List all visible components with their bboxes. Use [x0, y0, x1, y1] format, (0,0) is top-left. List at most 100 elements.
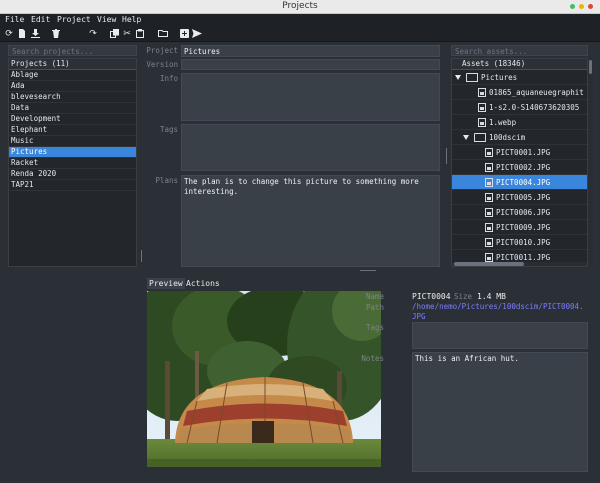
image-file-icon: [485, 222, 493, 232]
redo-icon[interactable]: ↷: [88, 29, 98, 39]
project-item[interactable]: blevesearch: [9, 92, 136, 103]
project-field[interactable]: Pictures: [181, 45, 440, 57]
menu-project[interactable]: Project: [57, 15, 91, 24]
tab-actions[interactable]: Actions: [184, 278, 222, 289]
toolbar: ⟳ ↷ ✂: [0, 26, 600, 42]
tree-label: PICT0011.JPG: [496, 253, 551, 262]
project-label: Project: [146, 46, 178, 55]
tree-label: 1.webp: [489, 118, 517, 127]
tree-label: 1-s2.0-S140673620305: [489, 103, 580, 112]
tab-preview[interactable]: Preview: [147, 278, 185, 289]
tree-label: PICT0001.JPG: [496, 148, 551, 157]
tags-field-bottom[interactable]: [412, 322, 588, 349]
splitter-handle[interactable]: [446, 148, 447, 164]
paste-icon[interactable]: [135, 29, 145, 39]
vertical-scrollbar[interactable]: [588, 58, 593, 267]
project-item[interactable]: Ablage: [9, 70, 136, 81]
plans-field[interactable]: The plan is to change this picture to so…: [181, 175, 440, 267]
name-label: Name: [365, 292, 384, 301]
image-preview: [147, 291, 381, 467]
path-link[interactable]: /home/nemo/Pictures/100dscim/PICT0004.JP…: [412, 302, 588, 322]
tree-label: PICT0002.JPG: [496, 163, 551, 172]
version-field[interactable]: [181, 59, 440, 70]
project-item[interactable]: TAP21: [9, 180, 136, 191]
project-item[interactable]: Elephant: [9, 125, 136, 136]
refresh-icon[interactable]: ⟳: [4, 29, 14, 39]
tree-file[interactable]: 1-s2.0-S140673620305: [452, 100, 587, 115]
expand-arrow-icon[interactable]: [455, 74, 461, 80]
scrollbar-thumb[interactable]: [454, 262, 524, 266]
tree-label: PICT0009.JPG: [496, 223, 551, 232]
folder-icon[interactable]: [158, 29, 168, 39]
minimize-button[interactable]: [570, 4, 575, 9]
image-file-icon: [485, 147, 493, 157]
download-icon[interactable]: [30, 29, 40, 39]
search-projects-input[interactable]: Search projects...: [8, 45, 137, 56]
info-field[interactable]: [181, 73, 440, 121]
expand-arrow-icon[interactable]: [463, 134, 469, 140]
size-value: 1.4 MB: [477, 292, 506, 301]
close-button[interactable]: [588, 4, 593, 9]
path-label: Path: [365, 303, 384, 312]
horizontal-scrollbar[interactable]: [452, 262, 587, 266]
tree-label: PICT0010.JPG: [496, 238, 551, 247]
tree-folder[interactable]: 100dscim: [452, 130, 587, 145]
tree-label: PICT0006.JPG: [496, 208, 551, 217]
project-item[interactable]: Music: [9, 136, 136, 147]
new-file-icon[interactable]: [17, 29, 27, 39]
tree-file-selected[interactable]: PICT0004.JPG: [452, 175, 587, 190]
image-file-icon: [478, 87, 486, 97]
project-item[interactable]: Development: [9, 114, 136, 125]
notes-label: Notes: [361, 354, 384, 363]
project-item[interactable]: Data: [9, 103, 136, 114]
project-item[interactable]: Renda 2020: [9, 169, 136, 180]
plans-label: Plans: [155, 176, 178, 185]
menu-help[interactable]: Help: [122, 15, 141, 24]
trash-icon[interactable]: [51, 29, 61, 39]
splitter-handle[interactable]: [141, 250, 142, 262]
title-bar: Projects: [0, 0, 600, 14]
tree-file[interactable]: PICT0001.JPG: [452, 145, 587, 160]
project-item-selected[interactable]: Pictures: [9, 147, 136, 158]
image-file-icon: [485, 177, 493, 187]
tree-file[interactable]: PICT0009.JPG: [452, 220, 587, 235]
tree-file[interactable]: 1.webp: [452, 115, 587, 130]
project-item[interactable]: Ada: [9, 81, 136, 92]
assets-header: Assets (18346): [452, 59, 587, 70]
search-assets-input[interactable]: Search assets...: [451, 45, 588, 56]
menu-edit[interactable]: Edit: [31, 15, 50, 24]
tree-label: PICT0004.JPG: [496, 178, 551, 187]
menu-file[interactable]: File: [5, 15, 24, 24]
tags-label: Tags: [159, 125, 178, 134]
tags-field[interactable]: [181, 124, 440, 171]
notes-field[interactable]: This is an African hut.: [412, 352, 588, 472]
maximize-button[interactable]: [579, 4, 584, 9]
image-file-icon: [485, 237, 493, 247]
tree-label: PICT0005.JPG: [496, 193, 551, 202]
scrollbar-thumb[interactable]: [589, 60, 592, 74]
tree-file[interactable]: PICT0002.JPG: [452, 160, 587, 175]
info-label: Info: [159, 74, 178, 83]
projects-list: Projects (11) Ablage Ada blevesearch Dat…: [8, 58, 137, 267]
tree-file[interactable]: PICT0010.JPG: [452, 235, 587, 250]
folder-icon: [474, 132, 486, 142]
assets-tree: Assets (18346) Pictures 01865_aquaneuegr…: [451, 58, 588, 267]
tree-file[interactable]: 01865_aquaneuegraphit: [452, 85, 587, 100]
folder-icon: [466, 72, 478, 82]
project-item[interactable]: Racket: [9, 158, 136, 169]
copy-icon[interactable]: [109, 29, 119, 39]
name-value: PICT0004: [412, 292, 451, 301]
size-label: Size: [454, 292, 473, 301]
send-icon[interactable]: [192, 29, 202, 39]
splitter-handle[interactable]: [360, 270, 376, 271]
menu-view[interactable]: View: [97, 15, 116, 24]
tree-file[interactable]: PICT0006.JPG: [452, 205, 587, 220]
tree-label: Pictures: [481, 73, 518, 82]
add-icon[interactable]: [179, 29, 189, 39]
cut-icon[interactable]: ✂: [122, 29, 132, 39]
tree-file[interactable]: PICT0005.JPG: [452, 190, 587, 205]
version-label: Version: [146, 60, 178, 69]
tree-folder[interactable]: Pictures: [452, 70, 587, 85]
image-file-icon: [485, 252, 493, 262]
image-file-icon: [485, 162, 493, 172]
